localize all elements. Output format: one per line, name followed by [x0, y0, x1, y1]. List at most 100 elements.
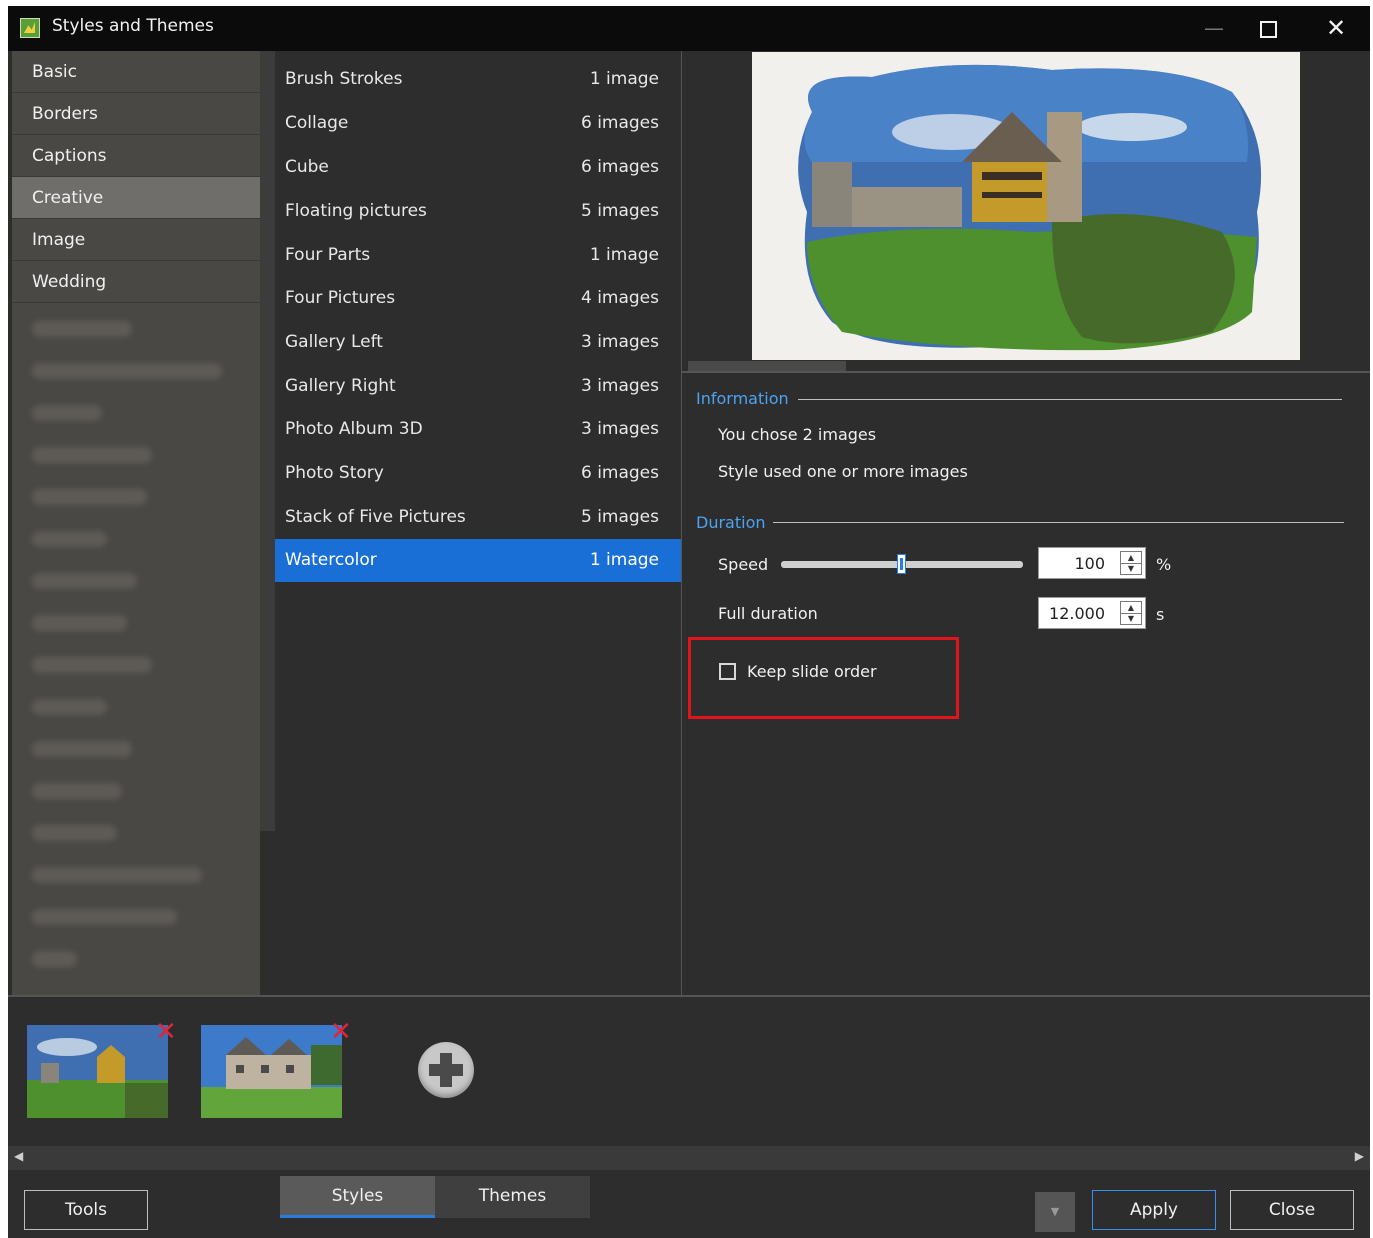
style-name: Floating pictures — [285, 201, 427, 221]
category-basic[interactable]: Basic — [12, 51, 260, 93]
full-duration-stepper[interactable]: ▲ ▼ — [1120, 601, 1142, 625]
spin-down-icon[interactable]: ▼ — [1121, 563, 1141, 574]
apply-button[interactable]: Apply — [1092, 1190, 1216, 1230]
style-count: 5 images — [580, 507, 659, 527]
style-name: Four Parts — [285, 245, 371, 265]
blurred-category — [32, 699, 107, 715]
style-count: 6 images — [580, 113, 659, 133]
style-count: 3 images — [580, 332, 659, 352]
style-name: Photo Album 3D — [285, 419, 423, 439]
style-preview-image — [752, 52, 1300, 360]
style-count: 1 image — [589, 245, 659, 265]
style-item-four-pictures[interactable]: Four Pictures 4 images — [275, 277, 681, 320]
style-item-floating-pictures[interactable]: Floating pictures 5 images — [275, 190, 681, 233]
style-count: 5 images — [580, 201, 659, 221]
blurred-category — [32, 867, 202, 883]
blurred-category — [32, 615, 127, 631]
style-item-photo-story[interactable]: Photo Story 6 images — [275, 452, 681, 495]
blurred-category — [32, 573, 137, 589]
style-item-watercolor[interactable]: Watercolor 1 image — [275, 539, 681, 582]
category-wedding[interactable]: Wedding — [12, 261, 260, 303]
blurred-category — [32, 657, 152, 673]
category-list: Basic Borders Captions Creative Image We… — [12, 51, 260, 995]
speed-stepper[interactable]: ▲ ▼ — [1120, 551, 1142, 575]
category-image[interactable]: Image — [12, 219, 260, 261]
full-duration-input[interactable]: 12.000 ▲ ▼ — [1038, 597, 1146, 629]
style-item-gallery-left[interactable]: Gallery Left 3 images — [275, 321, 681, 364]
duration-section-line — [773, 522, 1344, 523]
style-item-stack-of-five-pictures[interactable]: Stack of Five Pictures 5 images — [275, 496, 681, 539]
style-preview-area — [682, 51, 1370, 373]
speed-input[interactable]: 100 ▲ ▼ — [1038, 547, 1146, 579]
speed-unit: % — [1156, 555, 1172, 574]
app-icon — [20, 18, 40, 38]
add-image-icon[interactable] — [418, 1042, 474, 1098]
styles-list: Brush Strokes 1 image Collage 6 images C… — [275, 51, 682, 995]
duration-section-title: Duration — [696, 513, 766, 532]
style-name: Gallery Left — [285, 332, 383, 352]
spin-down-icon[interactable]: ▼ — [1121, 613, 1141, 624]
blurred-category — [32, 741, 132, 757]
tab-styles[interactable]: Styles — [280, 1176, 435, 1218]
maximize-icon[interactable] — [1238, 6, 1298, 51]
dropdown-arrow-icon[interactable]: ▼ — [1035, 1192, 1075, 1232]
remove-image-icon[interactable]: ✕ — [330, 1017, 352, 1047]
style-name: Collage — [285, 113, 349, 133]
speed-slider-thumb[interactable] — [897, 554, 906, 574]
scroll-right-icon[interactable]: ▶ — [1355, 1149, 1364, 1163]
blurred-category — [32, 909, 177, 925]
preview-divider — [682, 371, 1370, 373]
speed-value: 100 — [1074, 554, 1105, 573]
style-count: 1 image — [589, 69, 659, 89]
thumbnails-scrollbar[interactable]: ◀ ▶ — [8, 1146, 1370, 1170]
image-thumbnail[interactable] — [27, 1025, 168, 1118]
style-item-photo-album-3d[interactable]: Photo Album 3D 3 images — [275, 408, 681, 451]
style-name: Brush Strokes — [285, 69, 403, 89]
info-style-usage: Style used one or more images — [718, 462, 968, 481]
speed-label: Speed — [718, 555, 769, 574]
title-bar: Styles and Themes — ✕ — [8, 6, 1370, 51]
image-thumbnail[interactable] — [201, 1025, 342, 1118]
blurred-category — [32, 951, 77, 967]
remove-image-icon[interactable]: ✕ — [155, 1017, 177, 1047]
blurred-category — [32, 489, 147, 505]
close-button[interactable]: Close — [1230, 1190, 1354, 1230]
tab-themes[interactable]: Themes — [435, 1176, 590, 1218]
style-count: 3 images — [580, 419, 659, 439]
category-captions[interactable]: Captions — [12, 135, 260, 177]
full-duration-label: Full duration — [718, 604, 818, 623]
category-creative[interactable]: Creative — [12, 177, 260, 219]
scroll-left-icon[interactable]: ◀ — [14, 1149, 23, 1163]
category-scrollbar[interactable] — [260, 51, 275, 831]
style-count: 6 images — [580, 463, 659, 483]
full-duration-value: 12.000 — [1049, 604, 1105, 623]
blurred-category — [32, 363, 222, 379]
style-name: Cube — [285, 157, 329, 177]
tools-button[interactable]: Tools — [24, 1190, 148, 1230]
close-icon[interactable]: ✕ — [1306, 6, 1366, 51]
information-section-title: Information — [696, 389, 789, 408]
style-item-brush-strokes[interactable]: Brush Strokes 1 image — [275, 58, 681, 101]
category-borders[interactable]: Borders — [12, 93, 260, 135]
information-section-line — [798, 399, 1342, 400]
style-name: Photo Story — [285, 463, 384, 483]
style-item-cube[interactable]: Cube 6 images — [275, 146, 681, 189]
blurred-category — [32, 531, 107, 547]
minimize-icon[interactable]: — — [1184, 6, 1244, 51]
blurred-category — [32, 825, 117, 841]
style-item-four-parts[interactable]: Four Parts 1 image — [275, 234, 681, 277]
info-images-chosen: You chose 2 images — [718, 425, 877, 444]
style-name: Four Pictures — [285, 288, 396, 308]
full-duration-unit: s — [1156, 605, 1165, 624]
style-count: 3 images — [580, 376, 659, 396]
style-count: 4 images — [580, 288, 659, 308]
blurred-category — [32, 447, 152, 463]
style-count: 6 images — [580, 157, 659, 177]
blurred-category — [32, 405, 102, 421]
blurred-category — [32, 783, 122, 799]
style-item-collage[interactable]: Collage 6 images — [275, 102, 681, 145]
blurred-category — [32, 321, 132, 337]
style-item-gallery-right[interactable]: Gallery Right 3 images — [275, 365, 681, 408]
style-name: Stack of Five Pictures — [285, 507, 466, 527]
style-name: Watercolor — [285, 550, 377, 570]
